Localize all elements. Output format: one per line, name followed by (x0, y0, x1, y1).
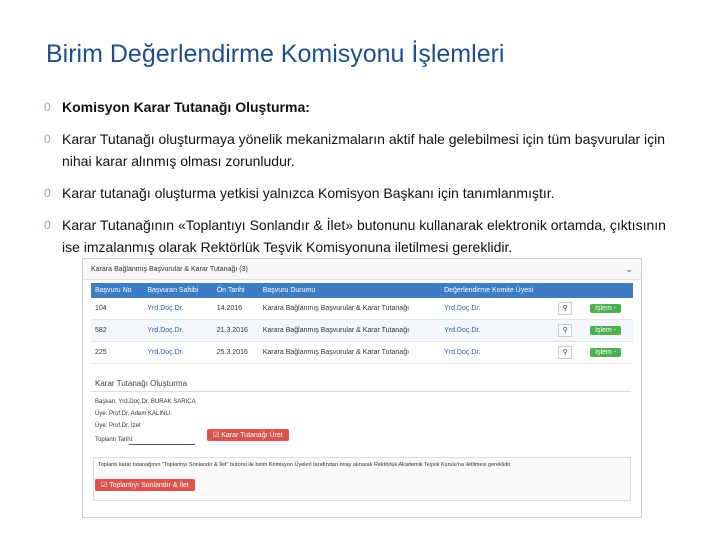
column-header[interactable]: Başvuran Sahibi (143, 283, 213, 298)
table-row: 225 Yrd.Doç.Dr. 25.3.2016 Karara Bağlanm… (91, 341, 633, 364)
cell-owner[interactable]: Yrd.Doç.Dr. (143, 298, 213, 320)
cell-no: 582 (91, 319, 144, 342)
cell-member[interactable]: Yrd.Doç.Dr. (440, 341, 555, 364)
column-header[interactable]: Başvuru No (91, 283, 144, 298)
search-icon[interactable]: ⚲ (558, 324, 573, 337)
bullet-text: Komisyon Karar Tutanağı Oluşturma: (62, 99, 310, 115)
bullet-text: Karar Tutanağı oluşturmaya yönelik mekan… (62, 131, 666, 169)
panel-header[interactable]: Karara Bağlanmış Başvurular & Karar Tuta… (83, 259, 641, 280)
cell-date: 25.3.2016 (212, 341, 259, 364)
action-button[interactable]: İşlem - (590, 348, 622, 357)
bullet-text: Karar tutanağı oluşturma yetkisi yalnızc… (62, 185, 555, 201)
cell-date: 21.3.2016 (212, 319, 259, 342)
meeting-date-input[interactable] (129, 438, 195, 445)
bullet-item: 0 Karar Tutanağı oluşturmaya yönelik mek… (44, 128, 684, 172)
table-header-row: Başvuru No Başvuran Sahibi Ön Tarihi Baş… (91, 283, 633, 298)
form-title: Karar Tutanağı Oluşturma (95, 379, 188, 388)
action-button[interactable]: İşlem - (590, 304, 622, 313)
column-header[interactable]: Ön Tarihi (212, 283, 259, 298)
cell-no: 104 (91, 298, 144, 320)
bullet-item: 0 Karar tutanağı oluşturma yetkisi yalnı… (44, 182, 684, 204)
column-header[interactable]: Başvuru Durumu (258, 283, 441, 298)
search-icon[interactable]: ⚲ (558, 302, 573, 315)
bullet-text: Karar Tutanağının «Toplantıyı Sonlandır … (62, 217, 666, 255)
chevron-down-icon[interactable]: ⌄ (625, 264, 633, 275)
panel-title: Karara Bağlanmış Başvurular & Karar Tuta… (91, 265, 248, 273)
cell-action: İşlem - (580, 319, 633, 342)
date-label: Toplantı Tarihi: (95, 437, 134, 443)
cell-view: ⚲ (554, 298, 581, 320)
cell-owner[interactable]: Yrd.Doç.Dr. (143, 341, 213, 364)
bullet-item: 0 Komisyon Karar Tutanağı Oluşturma: (44, 96, 684, 118)
embedded-screenshot: Karara Bağlanmış Başvurular & Karar Tuta… (82, 258, 642, 518)
column-header (554, 283, 581, 298)
divider (91, 391, 631, 392)
column-header[interactable]: Değerlendirme Komite Üyesi (440, 283, 555, 298)
cell-owner[interactable]: Yrd.Doç.Dr. (143, 319, 213, 342)
table-row: 104 Yrd.Doç.Dr. 14.2016 Karara Bağlanmış… (91, 298, 633, 320)
search-icon[interactable]: ⚲ (558, 346, 573, 359)
cell-view: ⚲ (554, 319, 581, 342)
cell-status: Karara Bağlanmış Başvurular & Karar Tuta… (258, 341, 441, 364)
cell-date: 14.2016 (212, 298, 259, 320)
cell-view: ⚲ (554, 341, 581, 364)
member-line: Üye: Prof.Dr. Adem KALINLI (95, 411, 171, 417)
cell-action: İşlem - (580, 341, 633, 364)
notice-text: Toplantı karar tutanağının "Toplantıyı S… (98, 462, 512, 468)
cell-action: İşlem - (580, 298, 633, 320)
bullet-mark: 0 (44, 218, 51, 232)
applications-table: Başvuru No Başvuran Sahibi Ön Tarihi Baş… (91, 283, 633, 364)
bullet-list: 0 Komisyon Karar Tutanağı Oluşturma: 0 K… (44, 96, 684, 268)
cell-no: 225 (91, 341, 144, 364)
member-line: Üye: Prof.Dr. İzet (95, 423, 141, 429)
bullet-item: 0 Karar Tutanağının «Toplantıyı Sonlandı… (44, 214, 684, 258)
action-button[interactable]: İşlem - (590, 326, 622, 335)
cell-member[interactable]: Yrd.Doç.Dr. (440, 319, 555, 342)
column-header (580, 283, 633, 298)
bullet-mark: 0 (44, 100, 51, 114)
slide-title: Birim Değerlendirme Komisyonu İşlemleri (46, 40, 505, 68)
create-minutes-button[interactable]: ☑ Karar Tutanağı Üret (207, 429, 289, 441)
bullet-mark: 0 (44, 186, 51, 200)
cell-member[interactable]: Yrd.Doç.Dr. (440, 298, 555, 320)
chair-line: Başkan: Yrd.Doç.Dr. BURAK SARICA (95, 399, 196, 405)
table-row: 582 Yrd.Doç.Dr. 21.3.2016 Karara Bağlanm… (91, 319, 633, 342)
bullet-mark: 0 (44, 132, 51, 146)
finish-meeting-button[interactable]: ☑ Toplantıyı Sonlandır & İlet (95, 479, 195, 491)
cell-status: Karara Bağlanmış Başvurular & Karar Tuta… (258, 319, 441, 342)
cell-status: Karara Bağlanmış Başvurular & Karar Tuta… (258, 298, 441, 320)
